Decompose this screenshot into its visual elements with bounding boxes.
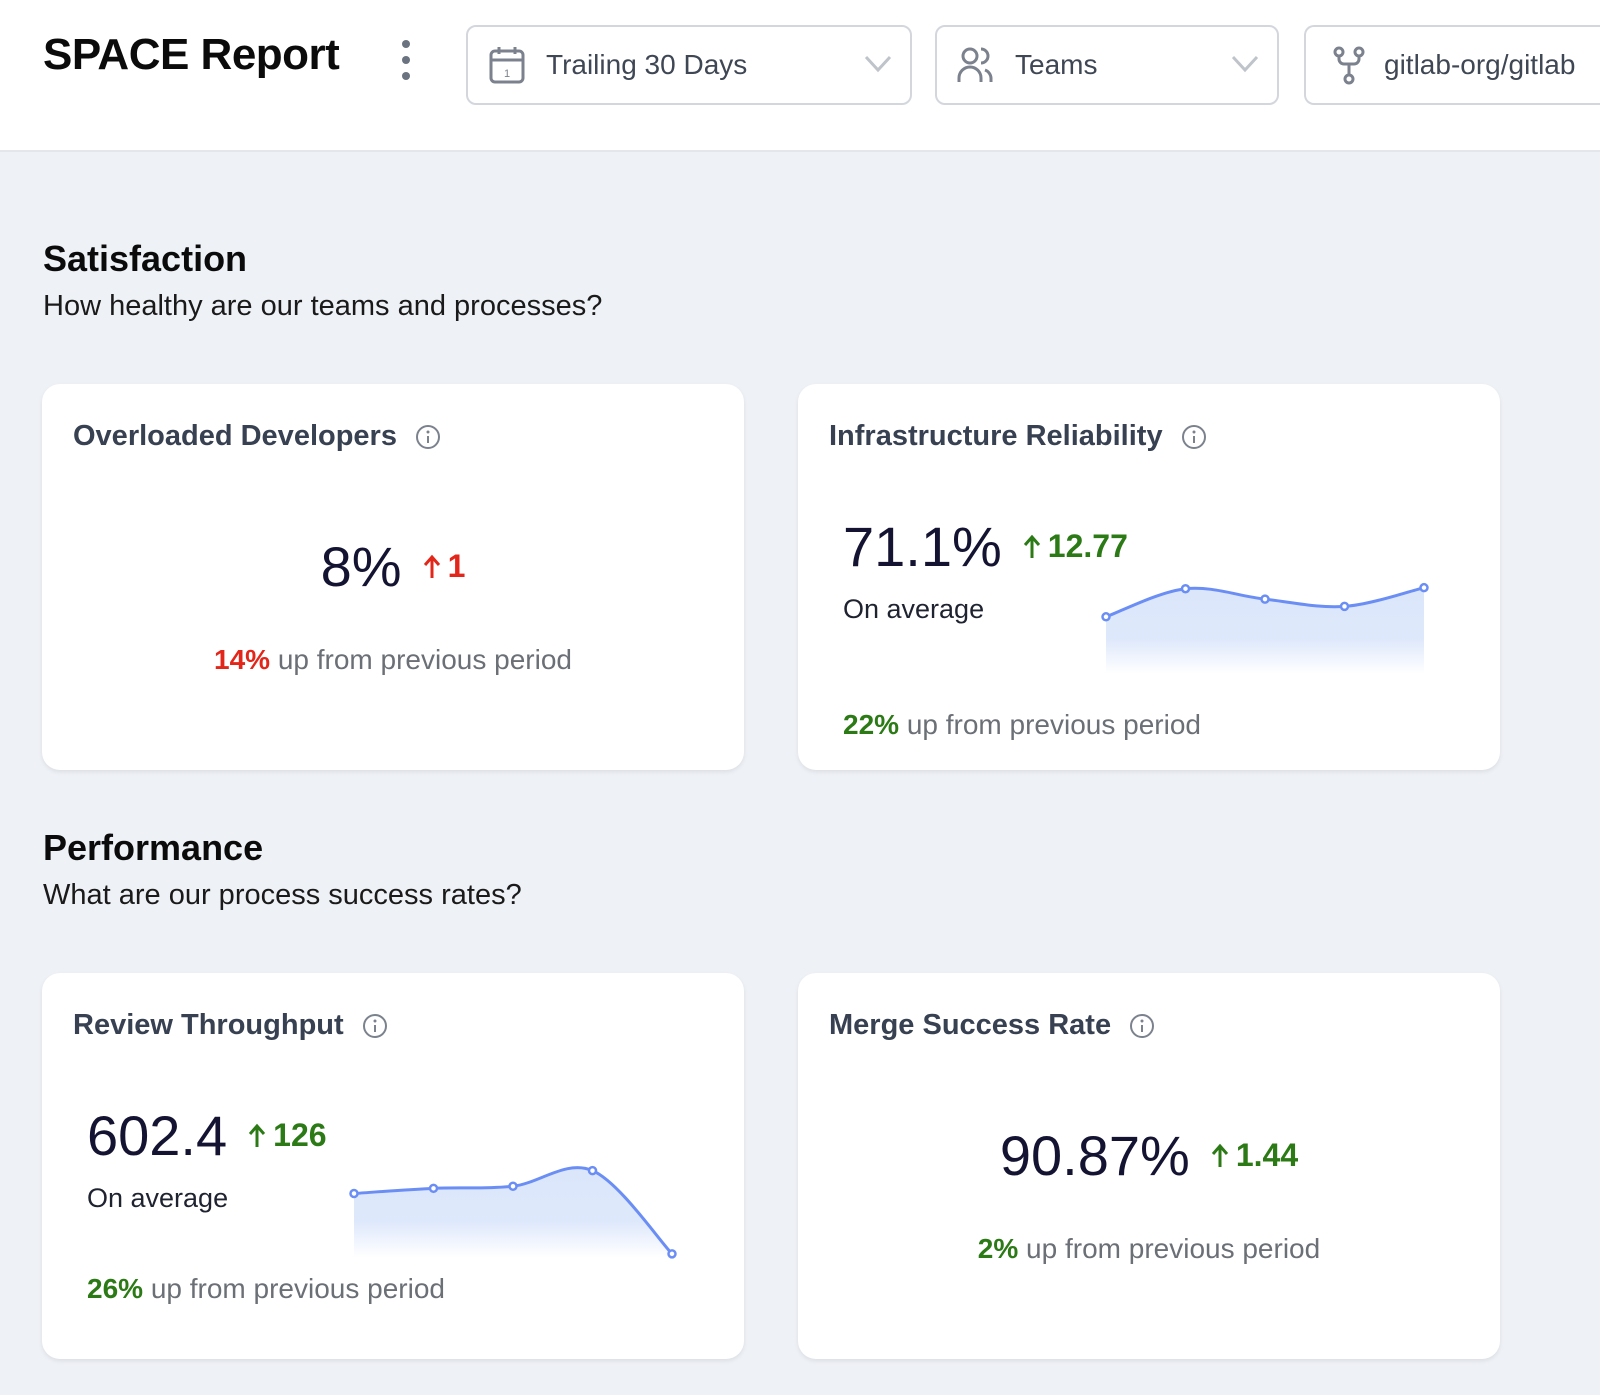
chevron-down-icon bbox=[1231, 55, 1259, 73]
arrow-up-icon bbox=[423, 554, 440, 578]
sparkline-infrastructure-reliability bbox=[1101, 582, 1429, 674]
sparkline-point[interactable] bbox=[1260, 594, 1270, 604]
section-title-satisfaction: Satisfaction bbox=[43, 238, 248, 279]
metric-caption: On average bbox=[87, 1183, 229, 1213]
sparkline-point[interactable] bbox=[349, 1188, 359, 1199]
sparkline-point[interactable] bbox=[428, 1183, 439, 1194]
change-summary: 26% up from previous period bbox=[87, 1273, 445, 1304]
metric-value: 8% bbox=[320, 535, 402, 598]
card-title: Overloaded Developers bbox=[73, 420, 397, 452]
info-icon[interactable] bbox=[1181, 424, 1207, 450]
card-overloaded-developers: Overloaded Developers 8% 1 14% up from p… bbox=[42, 384, 744, 770]
top-bar: SPACE Report 1 Trailing 30 Days Teams gi… bbox=[0, 0, 1600, 152]
arrow-up-icon bbox=[249, 1123, 266, 1147]
calendar-icon: 1 bbox=[489, 47, 525, 84]
repository-select[interactable]: gitlab-org/gitlab bbox=[1304, 25, 1600, 105]
metric-caption: On average bbox=[843, 594, 985, 624]
metric-delta: 12.77 bbox=[1022, 528, 1128, 565]
sparkline-point[interactable] bbox=[667, 1249, 677, 1259]
metric-value: 71.1% bbox=[843, 515, 1002, 578]
sparkline-point[interactable] bbox=[1180, 583, 1191, 594]
info-icon[interactable] bbox=[362, 1013, 388, 1039]
card-title: Merge Success Rate bbox=[829, 1009, 1112, 1041]
page-title: SPACE Report bbox=[43, 30, 340, 79]
card-title: Infrastructure Reliability bbox=[829, 420, 1163, 452]
chevron-down-icon bbox=[864, 55, 892, 73]
teams-label: Teams bbox=[1015, 49, 1098, 80]
sparkline-point[interactable] bbox=[508, 1181, 518, 1191]
card-review-throughput: Review Throughput 602.4 126 On average 2… bbox=[42, 973, 744, 1359]
metric-value: 602.4 bbox=[87, 1104, 228, 1167]
section-subtitle-performance: What are our process success rates? bbox=[43, 879, 522, 911]
arrow-up-icon bbox=[1211, 1143, 1228, 1167]
metric-delta: 1.44 bbox=[1210, 1137, 1298, 1174]
sparkline-point[interactable] bbox=[1339, 601, 1350, 612]
metric-delta: 126 bbox=[247, 1117, 327, 1154]
info-icon[interactable] bbox=[415, 424, 441, 450]
arrow-up-icon bbox=[1023, 534, 1040, 558]
change-percent: 14% bbox=[214, 644, 271, 675]
metric-value: 90.87% bbox=[999, 1124, 1190, 1187]
repository-label: gitlab-org/gitlab bbox=[1384, 49, 1576, 80]
change-percent: 22% bbox=[843, 709, 900, 740]
date-range-label: Trailing 30 Days bbox=[546, 49, 748, 80]
users-icon bbox=[957, 47, 993, 82]
sparkline-point[interactable] bbox=[587, 1165, 598, 1176]
info-icon[interactable] bbox=[1129, 1013, 1155, 1039]
change-percent: 26% bbox=[87, 1273, 144, 1304]
metric-delta: 1 bbox=[422, 548, 465, 585]
svg-text:1: 1 bbox=[504, 68, 510, 80]
card-title: Review Throughput bbox=[73, 1009, 344, 1041]
change-summary: 2% up from previous period bbox=[977, 1233, 1321, 1264]
sparkline-review-throughput bbox=[349, 1165, 677, 1259]
card-infrastructure-reliability: Infrastructure Reliability 71.1% 12.77 O… bbox=[798, 384, 1500, 770]
section-title-performance: Performance bbox=[43, 827, 264, 868]
kebab-vertical-icon[interactable] bbox=[400, 40, 412, 80]
sparkline-point[interactable] bbox=[1419, 582, 1429, 593]
change-summary: 22% up from previous period bbox=[843, 709, 1201, 740]
card-merge-success-rate: Merge Success Rate 90.87% 1.44 2% up fro… bbox=[798, 973, 1500, 1359]
git-fork-icon bbox=[1333, 46, 1365, 85]
teams-select[interactable]: Teams bbox=[935, 25, 1279, 105]
sparkline-area bbox=[354, 1167, 672, 1258]
date-range-select[interactable]: 1 Trailing 30 Days bbox=[466, 25, 912, 105]
sparkline-point[interactable] bbox=[1101, 612, 1111, 622]
change-summary: 14% up from previous period bbox=[214, 644, 572, 675]
section-subtitle-satisfaction: How healthy are our teams and processes? bbox=[43, 290, 603, 322]
change-percent: 2% bbox=[977, 1233, 1019, 1264]
